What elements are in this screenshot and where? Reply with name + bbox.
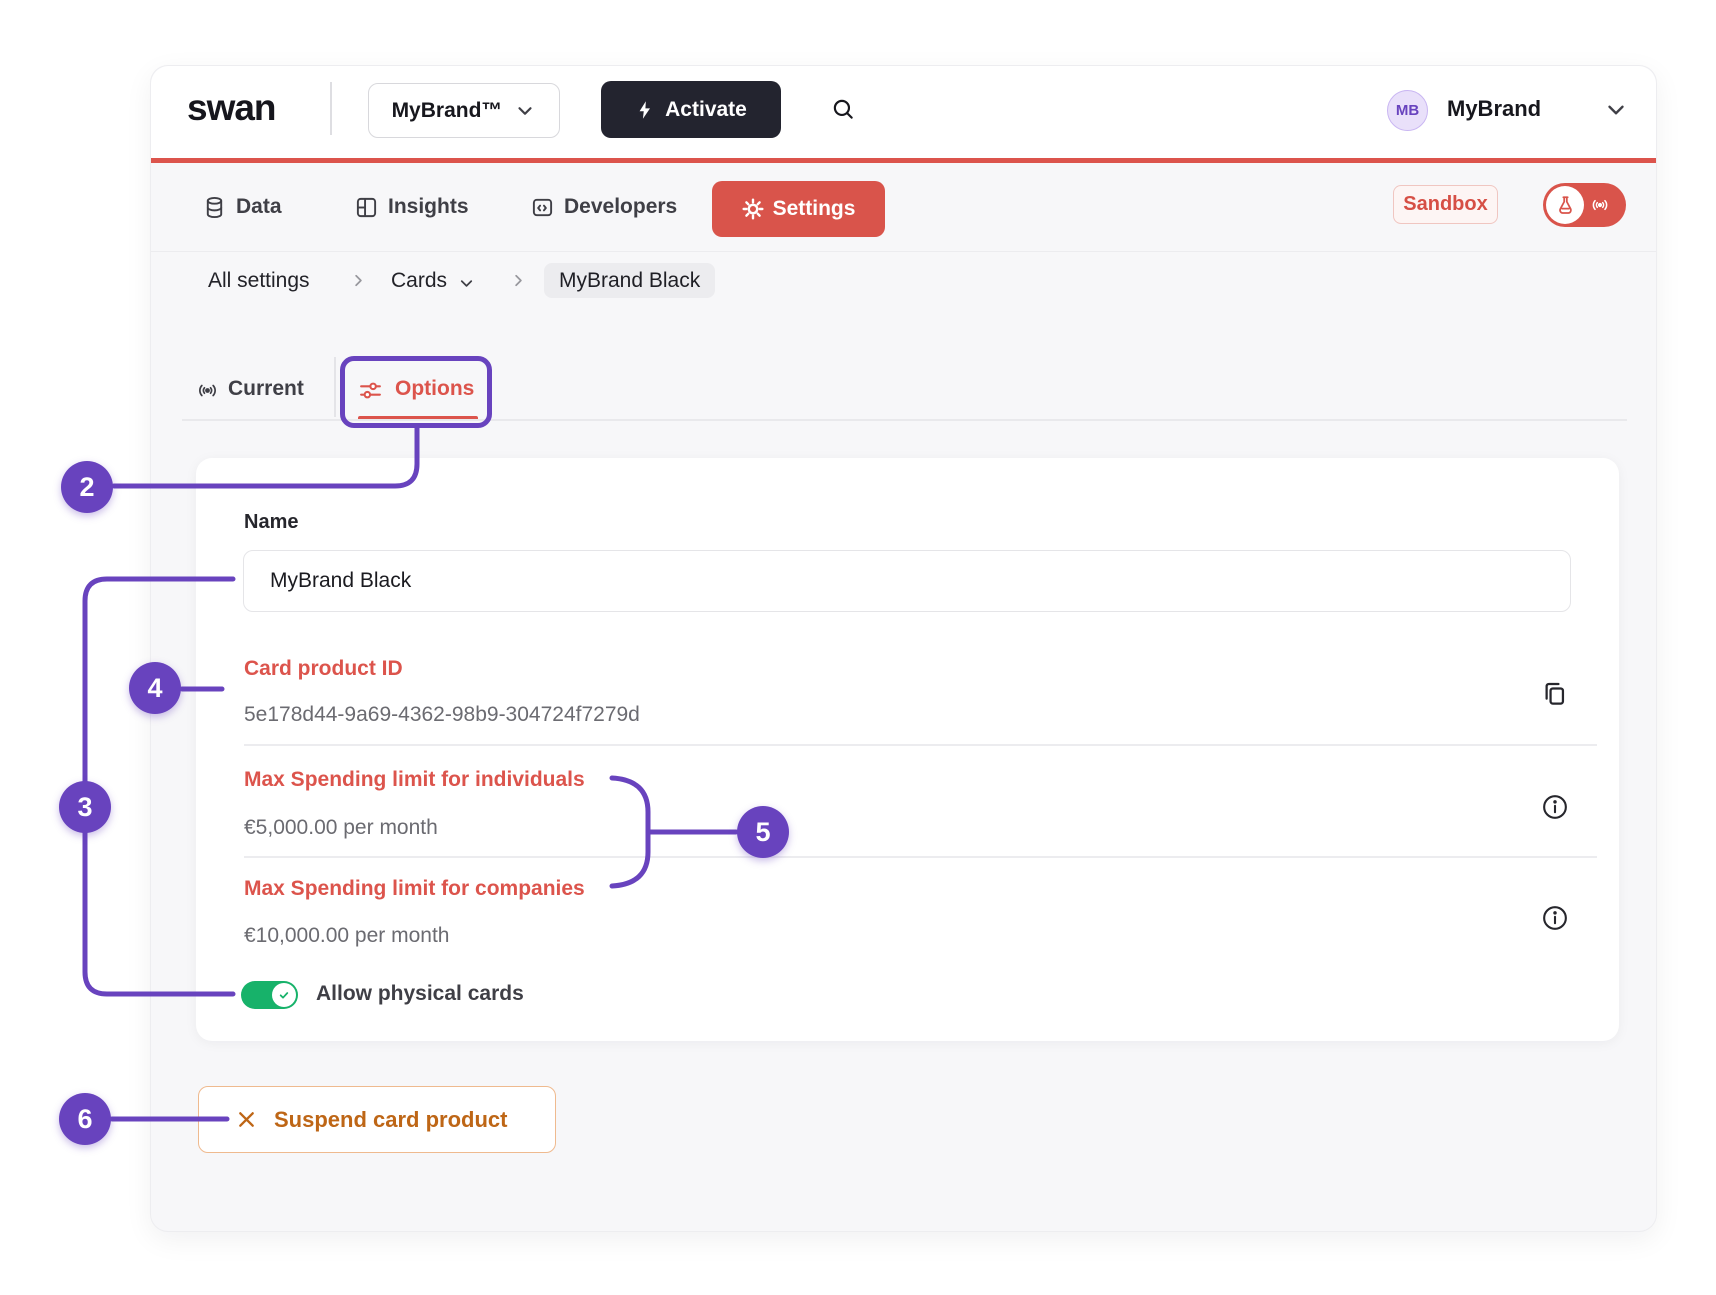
max-spending-individuals-value: €5,000.00 per month <box>244 816 438 840</box>
nav-item-insights[interactable]: Insights <box>355 193 469 221</box>
annotation-badge-2: 2 <box>61 461 113 513</box>
workspace-selector[interactable]: MyBrand™ <box>368 83 560 138</box>
name-field-label: Name <box>244 511 298 534</box>
avatar[interactable]: MB <box>1387 90 1428 131</box>
breadcrumb-current-label: MyBrand Black <box>559 269 700 293</box>
code-window-icon <box>531 196 554 219</box>
activate-label: Activate <box>665 98 747 122</box>
annotation-badge-4: 4 <box>129 662 181 714</box>
breadcrumb-current-page: MyBrand Black <box>544 263 715 298</box>
info-icon[interactable] <box>1541 792 1571 822</box>
chevron-right-icon <box>509 271 528 290</box>
suspend-card-product-button[interactable]: Suspend card product <box>198 1086 556 1153</box>
nav-item-data[interactable]: Data <box>203 193 282 221</box>
swan-logo: swan <box>187 87 276 129</box>
gear-icon <box>742 198 764 220</box>
card-product-id-value: 5e178d44-9a69-4362-98b9-304724f7279d <box>244 703 640 727</box>
header: swan MyBrand™ Activate MB MyBrand <box>151 66 1656 158</box>
account-name: MyBrand <box>1447 96 1541 122</box>
info-icon[interactable] <box>1541 903 1571 933</box>
app-window: swan MyBrand™ Activate MB MyBrand <box>150 65 1657 1232</box>
live-signal-icon <box>1590 195 1610 215</box>
card-product-id-label: Card product ID <box>244 657 403 681</box>
toggle-check-icon <box>272 983 296 1007</box>
workspace-label: MyBrand™ <box>392 99 503 123</box>
allow-physical-cards-label: Allow physical cards <box>316 982 524 1006</box>
chevron-down-icon <box>514 100 536 122</box>
live-signal-icon <box>196 379 219 402</box>
close-icon <box>235 1108 258 1131</box>
search-icon[interactable] <box>830 95 858 123</box>
card-product-options-panel: Name Card product ID 5e178d44-9a69-4362-… <box>196 458 1619 1041</box>
sliders-icon <box>358 378 383 403</box>
tabs-bottom-divider <box>182 419 1627 421</box>
chevron-right-icon <box>349 271 368 290</box>
max-spending-companies-label: Max Spending limit for companies <box>244 877 585 901</box>
name-input[interactable] <box>243 550 1571 612</box>
nav-label: Developers <box>564 195 677 219</box>
max-spending-individuals-label: Max Spending limit for individuals <box>244 768 585 792</box>
nav-label: Data <box>236 195 282 219</box>
annotation-badge-3: 3 <box>59 781 111 833</box>
nav-item-developers[interactable]: Developers <box>531 193 677 221</box>
sandbox-label: Sandbox <box>1403 193 1487 216</box>
page: swan MyBrand™ Activate MB MyBrand <box>0 0 1716 1295</box>
breadcrumb-all-settings[interactable]: All settings <box>208 269 310 293</box>
flask-icon <box>1546 186 1584 224</box>
account-menu-chevron-down-icon[interactable] <box>1603 97 1629 123</box>
database-icon <box>203 196 226 219</box>
copy-icon[interactable] <box>1541 678 1571 708</box>
header-divider <box>330 82 332 135</box>
row-divider <box>244 744 1597 746</box>
max-spending-companies-value: €10,000.00 per month <box>244 924 450 948</box>
row-divider <box>244 856 1597 858</box>
tab-current[interactable]: Current <box>228 377 304 401</box>
lightning-icon <box>635 99 655 121</box>
chevron-down-icon[interactable] <box>457 274 476 293</box>
tab-divider <box>334 357 336 417</box>
sandbox-badge: Sandbox <box>1393 185 1498 224</box>
environment-toggle[interactable] <box>1543 183 1626 227</box>
main-nav: Data Insights Developers Settings <box>151 163 1656 252</box>
suspend-label: Suspend card product <box>274 1107 507 1133</box>
avatar-initials: MB <box>1396 102 1419 119</box>
insights-icon <box>355 196 378 219</box>
nav-item-settings[interactable]: Settings <box>712 181 885 237</box>
allow-physical-cards-toggle[interactable] <box>241 981 298 1009</box>
nav-label: Insights <box>388 195 469 219</box>
tab-options[interactable]: Options <box>395 377 474 401</box>
annotation-badge-5: 5 <box>737 806 789 858</box>
activate-button[interactable]: Activate <box>601 81 781 138</box>
annotation-badge-6: 6 <box>59 1093 111 1145</box>
nav-label: Settings <box>773 197 856 221</box>
breadcrumb-cards[interactable]: Cards <box>391 269 447 293</box>
